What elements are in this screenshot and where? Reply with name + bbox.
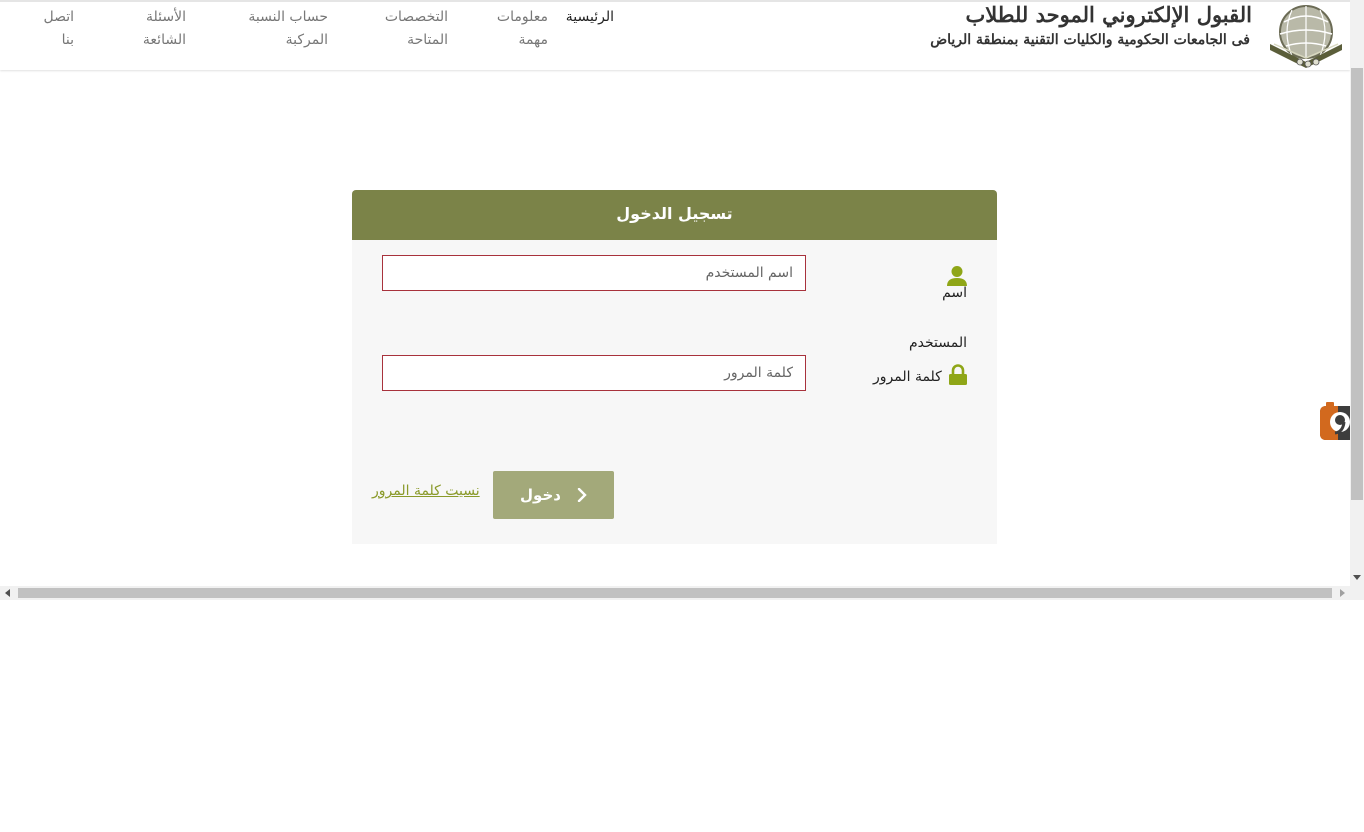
logo-emblem-icon (1270, 5, 1342, 68)
lock-icon (949, 364, 967, 385)
nav-home[interactable]: الرئيسية (556, 6, 614, 29)
login-card: تسجيل الدخول اسم المستخدم كلمة المرور دخ… (352, 190, 997, 544)
password-label: كلمة المرور (873, 369, 942, 385)
chevron-right-icon (577, 488, 587, 502)
vertical-scrollbar-thumb[interactable] (1351, 68, 1363, 500)
horizontal-scrollbar-thumb[interactable] (18, 588, 1332, 598)
username-input[interactable] (382, 255, 806, 291)
site-title: القبول الإلكتروني الموحد للطلاب (965, 2, 1252, 27)
scroll-right-arrow-icon[interactable] (1340, 589, 1345, 597)
scrollbar-corner (1350, 586, 1364, 600)
scroll-left-arrow-icon[interactable] (5, 589, 10, 597)
login-card-title: تسجيل الدخول (352, 190, 997, 240)
login-button[interactable]: دخول (493, 471, 614, 519)
browser-viewport: القبول الإلكتروني الموحد للطلاب فى الجام… (0, 0, 1364, 602)
site-header: القبول الإلكتروني الموحد للطلاب فى الجام… (0, 0, 1350, 70)
username-label: اسم المستخدم (908, 285, 967, 351)
page-content: القبول الإلكتروني الموحد للطلاب فى الجام… (0, 0, 1358, 586)
password-input[interactable] (382, 355, 806, 391)
horizontal-scrollbar[interactable] (0, 586, 1350, 600)
vertical-scrollbar[interactable] (1350, 0, 1364, 586)
site-subtitle: فى الجامعات الحكومية والكليات التقنية بم… (930, 32, 1250, 48)
nav-faq[interactable]: الأسئلة الشائعة (126, 6, 186, 52)
nav-contact-us[interactable]: اتصل بنا (28, 6, 74, 52)
nav-composite-ratio[interactable]: حساب النسبة المركبة (232, 6, 328, 52)
nav-important-info[interactable]: معلومات مهمة (488, 6, 548, 52)
forgot-password-link[interactable]: نسيت كلمة المرور (372, 483, 480, 499)
login-button-label: دخول (520, 486, 561, 504)
nav-available-majors[interactable]: التخصصات المتاحة (378, 6, 448, 52)
scroll-down-arrow-icon[interactable] (1353, 575, 1361, 580)
